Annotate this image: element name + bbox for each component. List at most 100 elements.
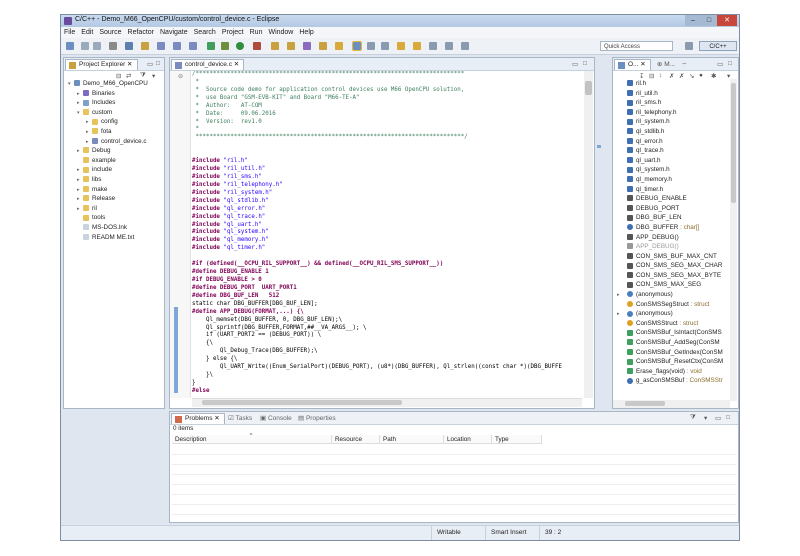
outline-item[interactable]: ql_uart.h — [617, 156, 729, 166]
outline-item[interactable]: ril_system.h — [617, 117, 729, 127]
sort-alpha-icon[interactable]: ↕ — [659, 72, 662, 79]
menu-source[interactable]: Source — [96, 27, 124, 38]
problems-menu-icon[interactable]: ▾ — [704, 414, 707, 422]
outline-item[interactable]: ril_util.h — [617, 89, 729, 99]
menu-run[interactable]: Run — [247, 27, 266, 38]
outline-item[interactable]: DEBUG_PORT — [617, 204, 729, 214]
open-type-icon[interactable] — [271, 42, 279, 50]
tree-item[interactable]: MS-DOS.lnk — [64, 223, 164, 233]
outline-item[interactable]: ConSMSStruct : struct — [617, 319, 729, 329]
col-location[interactable]: Location — [444, 435, 492, 444]
back-icon[interactable] — [445, 42, 453, 50]
outline-item[interactable]: ril_telephony.h — [617, 108, 729, 118]
toggle-mark-icon[interactable] — [352, 41, 362, 51]
search-icon[interactable] — [287, 42, 295, 50]
code-area[interactable]: /***************************************… — [192, 71, 582, 398]
pencil-icon[interactable] — [335, 42, 343, 50]
tree-item[interactable]: ▸ make — [64, 185, 164, 195]
outline-hscroll-thumb[interactable] — [625, 401, 665, 406]
col-description[interactable]: Description ^ — [172, 433, 332, 444]
tab-project-explorer[interactable]: Project Explorer ✕ — [65, 59, 138, 70]
minimize-editor-icon[interactable]: ▭ — [572, 60, 578, 68]
tab-console[interactable]: ▣ Console — [260, 414, 292, 422]
outline-item[interactable]: ConSMSBuf_AddSeg(ConSM — [617, 338, 729, 348]
outline-item[interactable]: CON_SMS_BUF_MAX_CNT — [617, 252, 729, 262]
new-source-icon[interactable] — [157, 42, 165, 50]
outline-item[interactable]: g_asConSMSBuf : ConSMSStr — [617, 376, 729, 386]
tab-tasks[interactable]: ☑ Tasks — [228, 414, 252, 422]
tree-item[interactable]: example — [64, 156, 164, 166]
editor-horizontal-scrollbar[interactable] — [192, 398, 582, 407]
tree-item[interactable]: ▸ Includes — [64, 98, 164, 108]
run-icon[interactable] — [236, 42, 244, 50]
outline-item[interactable]: ql_system.h — [617, 165, 729, 175]
outline-horizontal-scrollbar[interactable] — [613, 400, 730, 408]
quick-access-input[interactable]: Quick Access — [600, 41, 673, 51]
tab-make-target[interactable]: ⊕ M... — [657, 60, 675, 68]
col-type[interactable]: Type — [492, 435, 542, 444]
forward-icon[interactable] — [461, 42, 469, 50]
menu-refactor[interactable]: Refactor — [125, 27, 157, 38]
open-folder-icon[interactable] — [319, 42, 327, 50]
outline-item[interactable]: ConSMSBuf_IsIntact(ConSMS — [617, 328, 729, 338]
build-config-icon[interactable] — [125, 42, 133, 50]
outline-item[interactable]: ql_stdlib.h — [617, 127, 729, 137]
outline-item[interactable]: ql_trace.h — [617, 146, 729, 156]
outline-item[interactable]: APP_DEBUG() — [617, 233, 729, 243]
outline-item[interactable]: CON_SMS_MAX_SEG — [617, 280, 729, 290]
new-class-icon[interactable] — [189, 42, 197, 50]
save-all-icon[interactable] — [93, 42, 101, 50]
new-icon[interactable] — [66, 42, 74, 50]
build-icon[interactable] — [109, 42, 117, 50]
outline-scroll-thumb[interactable] — [731, 83, 736, 203]
tree-item[interactable]: ▸ libs — [64, 175, 164, 185]
show-whitespace-icon[interactable] — [367, 42, 375, 50]
outline-item[interactable]: CON_SMS_SEG_MAX_BYTE — [617, 271, 729, 281]
new-header-icon[interactable] — [173, 42, 181, 50]
tab-outline[interactable]: O... ✕ — [614, 59, 651, 70]
tree-item[interactable]: ▸ ril — [64, 204, 164, 214]
editor-vertical-scrollbar[interactable] — [584, 71, 593, 398]
col-path[interactable]: Path — [380, 435, 444, 444]
block-select-icon[interactable] — [381, 42, 389, 50]
tree-item[interactable]: ▸ control_device.c — [64, 137, 164, 147]
tab-control-device[interactable]: control_device.c ✕ — [171, 59, 245, 70]
maximize-outline-icon[interactable]: □ — [728, 60, 732, 67]
outline-item[interactable]: ConSMSBuf_GetIndex(ConSM — [617, 348, 729, 358]
outline-item[interactable]: DBG_BUF_LEN — [617, 213, 729, 223]
menu-project[interactable]: Project — [219, 27, 247, 38]
minimize-view-icon[interactable]: ▭ — [147, 60, 153, 68]
tree-item[interactable]: tools — [64, 213, 164, 223]
outline-item[interactable]: CON_SMS_SEG_MAX_CHAR — [617, 261, 729, 271]
tab-properties[interactable]: ▤ Properties — [298, 414, 336, 422]
minimize-problems-icon[interactable]: ▭ — [715, 414, 721, 422]
tree-item[interactable]: READM ME.txt — [64, 233, 164, 243]
menu-window[interactable]: Window — [265, 27, 296, 38]
tab-problems[interactable]: Problems ✕ — [171, 413, 225, 424]
maximize-problems-icon[interactable]: □ — [726, 414, 730, 421]
outline-item[interactable]: ▸ (anonymous) — [617, 290, 729, 300]
external-tools-icon[interactable] — [253, 42, 261, 50]
group-includes-icon[interactable]: ● — [699, 72, 703, 79]
debug-icon[interactable] — [207, 42, 215, 50]
outline-item[interactable]: ril.h — [617, 79, 729, 89]
bug-icon[interactable] — [221, 42, 229, 50]
last-edit-icon[interactable] — [429, 42, 437, 50]
outline-item[interactable]: ▸ (anonymous) — [617, 309, 729, 319]
tree-item[interactable]: ▾ custom — [64, 108, 164, 118]
editor-hscroll-thumb[interactable] — [202, 400, 402, 405]
minimize-button[interactable]: – — [685, 15, 701, 26]
filter-icon[interactable]: ⧩ — [690, 414, 696, 422]
outline-item[interactable]: DEBUG_ENABLE — [617, 194, 729, 204]
tree-item[interactable]: ▾ Demo_M66_OpenCPU — [64, 79, 164, 89]
fold-collapse-icon[interactable]: ⊖ — [178, 73, 183, 80]
perspective-cpp-button[interactable]: C/C++ — [699, 41, 737, 51]
annotation-icon[interactable] — [397, 42, 405, 50]
editor-scroll-thumb[interactable] — [585, 81, 592, 95]
open-perspective-icon[interactable] — [685, 42, 693, 50]
save-icon[interactable] — [81, 42, 89, 50]
col-resource[interactable]: Resource — [332, 435, 380, 444]
menu-search[interactable]: Search — [191, 27, 219, 38]
menu-edit[interactable]: Edit — [78, 27, 96, 38]
outline-item[interactable]: ql_memory.h — [617, 175, 729, 185]
